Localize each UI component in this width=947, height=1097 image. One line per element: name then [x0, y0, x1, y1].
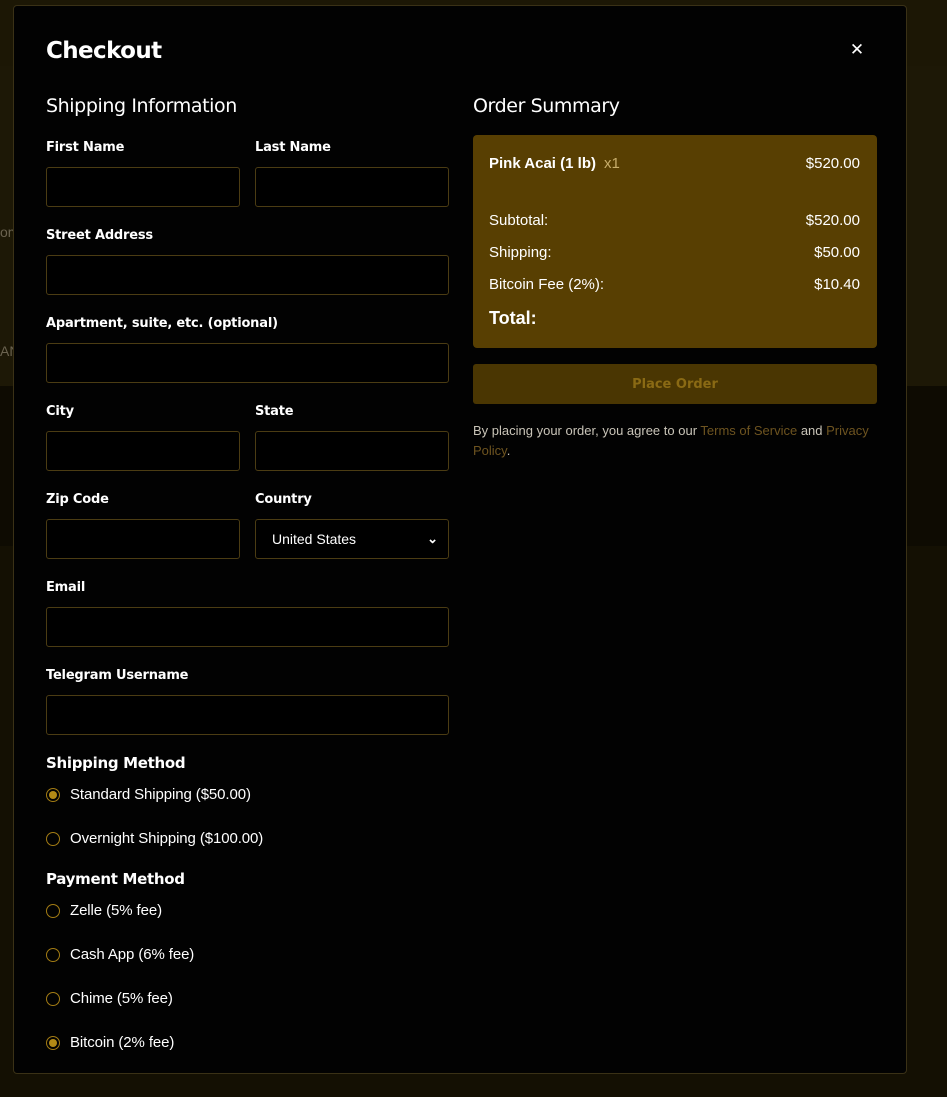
street-address-label: Street Address	[46, 228, 153, 243]
order-item-quantity: x1	[603, 155, 620, 172]
terms-prefix: By placing your order, you agree to our	[473, 423, 701, 438]
shipping-option-overnight[interactable]: Overnight Shipping ($100.00)	[46, 830, 263, 847]
fee-row: Bitcoin Fee (2%): $10.40	[489, 276, 860, 293]
zip-code-field[interactable]	[46, 519, 240, 559]
last-name-field[interactable]	[255, 167, 449, 207]
order-summary-heading: Order Summary	[473, 95, 620, 117]
order-item-price: $520.00	[805, 155, 860, 172]
close-icon[interactable]: ✕	[847, 39, 867, 61]
payment-option-label: Chime (5% fee)	[70, 990, 173, 1007]
first-name-field[interactable]	[46, 167, 240, 207]
country-select[interactable]: United States ⌄	[255, 519, 449, 559]
radio-button[interactable]	[46, 991, 60, 1006]
state-label: State	[255, 404, 294, 419]
email-label: Email	[46, 580, 86, 595]
shipping-method-heading: Shipping Method	[46, 754, 186, 772]
order-summary-box: Pink Acai (1 lb) x1 $520.00 Subtotal: $52…	[473, 135, 877, 348]
terms-of-service-link[interactable]: Terms of Service	[700, 423, 797, 438]
checkout-modal: ✕ Checkout Shipping Information First Na…	[13, 5, 907, 1074]
place-order-button[interactable]: Place Order	[473, 364, 877, 404]
shipping-option-label: Overnight Shipping ($100.00)	[70, 830, 264, 847]
shipping-row: Shipping: $50.00	[489, 244, 860, 261]
radio-button[interactable]	[46, 903, 60, 918]
total-row: Total:	[489, 308, 860, 329]
shipping-value: $50.00	[814, 244, 860, 261]
radio-button[interactable]	[46, 831, 60, 846]
state-field[interactable]	[255, 431, 449, 471]
last-name-label: Last Name	[255, 140, 331, 155]
zip-code-label: Zip Code	[46, 492, 109, 507]
telegram-username-field[interactable]	[46, 695, 449, 735]
order-item-name: Pink Acai (1 lb)	[489, 155, 596, 172]
city-field[interactable]	[46, 431, 240, 471]
shipping-option-label: Standard Shipping ($50.00)	[70, 786, 251, 803]
payment-option-label: Bitcoin (2% fee)	[70, 1034, 175, 1051]
payment-option-label: Zelle (5% fee)	[70, 902, 162, 919]
country-label: Country	[255, 492, 312, 507]
payment-option-label: Cash App (6% fee)	[70, 946, 195, 963]
modal-title: Checkout	[46, 38, 162, 64]
subtotal-row: Subtotal: $520.00	[489, 212, 860, 229]
chevron-down-icon: ⌄	[427, 531, 438, 546]
telegram-username-label: Telegram Username	[46, 668, 189, 683]
country-selected-value: United States	[272, 531, 357, 547]
terms-notice: By placing your order, you agree to our …	[473, 421, 878, 461]
payment-option-zelle[interactable]: Zelle (5% fee)	[46, 902, 162, 919]
apartment-field[interactable]	[46, 343, 449, 383]
terms-middle: and	[797, 423, 827, 438]
order-item-row: Pink Acai (1 lb) x1 $520.00	[489, 155, 860, 172]
payment-option-cash-app[interactable]: Cash App (6% fee)	[46, 946, 194, 963]
shipping-label: Shipping:	[489, 244, 552, 261]
radio-button-selected[interactable]	[46, 787, 60, 802]
subtotal-value: $520.00	[805, 212, 860, 229]
fee-label: Bitcoin Fee (2%):	[489, 276, 605, 293]
first-name-label: First Name	[46, 140, 125, 155]
fee-value: $10.40	[814, 276, 860, 293]
shipping-information-heading: Shipping Information	[46, 95, 237, 117]
payment-option-bitcoin[interactable]: Bitcoin (2% fee)	[46, 1034, 174, 1051]
shipping-option-standard[interactable]: Standard Shipping ($50.00)	[46, 786, 251, 803]
terms-suffix: .	[506, 443, 511, 458]
total-label: Total:	[489, 308, 537, 328]
street-address-field[interactable]	[46, 255, 449, 295]
radio-button[interactable]	[46, 947, 60, 962]
email-field[interactable]	[46, 607, 449, 647]
apartment-label: Apartment, suite, etc. (optional)	[46, 316, 278, 331]
payment-option-chime[interactable]: Chime (5% fee)	[46, 990, 173, 1007]
subtotal-label: Subtotal:	[489, 212, 549, 229]
payment-method-heading: Payment Method	[46, 870, 185, 888]
city-label: City	[46, 404, 74, 419]
radio-button-selected[interactable]	[46, 1035, 60, 1050]
